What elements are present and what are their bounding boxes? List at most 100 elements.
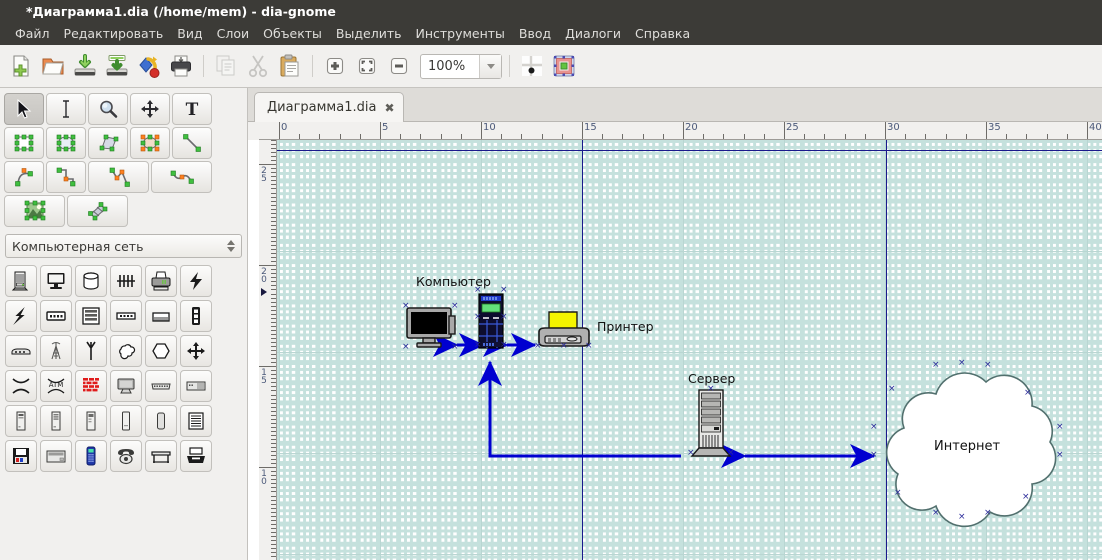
cut-button[interactable] xyxy=(243,51,273,81)
shape-minitower-2[interactable] xyxy=(39,404,72,437)
ruler-tick xyxy=(271,487,276,489)
new-diagram-button[interactable] xyxy=(6,51,36,81)
shape-radio-tower[interactable] xyxy=(39,334,72,367)
tool-palette: T xyxy=(0,88,247,228)
shape-desktop-pc[interactable] xyxy=(179,369,212,402)
shape-blank-tower[interactable] xyxy=(144,404,177,437)
paste-button[interactable] xyxy=(275,51,305,81)
spinner-icon[interactable] xyxy=(227,240,235,252)
print-button[interactable] xyxy=(166,51,196,81)
document-tab[interactable]: Диаграмма1.dia ✖ xyxy=(254,92,404,122)
menu-item-input[interactable]: Ввод xyxy=(512,24,558,43)
shape-ram[interactable] xyxy=(144,299,177,332)
shape-diskette[interactable] xyxy=(4,439,37,472)
shape-telephone[interactable] xyxy=(109,439,142,472)
shape-workstation[interactable] xyxy=(109,369,142,402)
shape-keyboard[interactable] xyxy=(144,369,177,402)
zoom-fit-button[interactable] xyxy=(352,51,382,81)
snap-to-grid-button[interactable] xyxy=(517,51,547,81)
printer-node[interactable]: × × × xyxy=(534,310,593,352)
shape-rack[interactable] xyxy=(74,299,107,332)
ellipse-tool[interactable] xyxy=(46,127,86,159)
snap-to-objects-button[interactable] xyxy=(549,51,579,81)
shape-minitower-1[interactable] xyxy=(4,404,37,437)
shape-crossover[interactable] xyxy=(4,369,37,402)
revert-button[interactable] xyxy=(134,51,164,81)
shape-floppy[interactable] xyxy=(179,404,212,437)
copy-icon xyxy=(216,55,235,76)
shape-hexagon[interactable] xyxy=(144,334,177,367)
polygon-tool[interactable] xyxy=(88,127,128,159)
menu-item-help[interactable]: Справка xyxy=(628,24,697,43)
shape-flash[interactable] xyxy=(179,264,212,297)
zigzagline-tool[interactable] xyxy=(46,161,86,193)
box-tool[interactable] xyxy=(4,127,44,159)
shape-mobile-phone[interactable] xyxy=(74,439,107,472)
menu-item-layers[interactable]: Слои xyxy=(210,24,257,43)
bezierline-tool[interactable] xyxy=(151,161,212,193)
text-edit-tool[interactable] xyxy=(46,93,86,125)
shape-cross-arrows[interactable] xyxy=(179,334,212,367)
close-icon[interactable]: ✖ xyxy=(384,101,394,115)
connection-computer-server[interactable] xyxy=(478,360,681,458)
main-toolbar: 100% xyxy=(0,45,1102,88)
internet-cloud-node[interactable]: × × × × × × × × × × × × × × Интернет xyxy=(870,359,1064,528)
open-diagram-button[interactable] xyxy=(38,51,68,81)
copy-button[interactable] xyxy=(211,51,241,81)
shape-monitor[interactable] xyxy=(39,264,72,297)
shape-desktop-case[interactable] xyxy=(39,439,72,472)
monitor-icon xyxy=(47,272,64,289)
image-tool[interactable] xyxy=(4,195,65,227)
shape-scanner[interactable] xyxy=(179,439,212,472)
menu-item-objects[interactable]: Объекты xyxy=(256,24,329,43)
zoom-combobox[interactable]: 100% xyxy=(420,53,502,79)
save-button[interactable] xyxy=(70,51,100,81)
zoom-in-button[interactable] xyxy=(320,51,350,81)
shape-cloud[interactable] xyxy=(109,334,142,367)
polyline-tool[interactable] xyxy=(88,161,149,193)
shape-traffic-light[interactable] xyxy=(179,299,212,332)
sheet-selector[interactable]: Компьютерная сеть xyxy=(5,234,242,258)
menu-item-select[interactable]: Выделить xyxy=(329,24,409,43)
line-tool[interactable] xyxy=(172,127,212,159)
monitor-node[interactable]: × × × × xyxy=(402,302,459,352)
zoom-value[interactable]: 100% xyxy=(421,55,479,78)
arc-tool[interactable] xyxy=(4,161,44,193)
menu-item-edit[interactable]: Редактировать xyxy=(57,24,171,43)
menu-item-file[interactable]: Файл xyxy=(8,24,57,43)
menu-item-dialogs[interactable]: Диалоги xyxy=(558,24,628,43)
outline-tool[interactable] xyxy=(67,195,128,227)
shape-firewall[interactable] xyxy=(74,369,107,402)
shape-server-tower[interactable] xyxy=(4,264,37,297)
ruler-tick xyxy=(1006,134,1008,139)
shape-memory-module[interactable] xyxy=(109,299,142,332)
ruler-tick xyxy=(271,220,276,222)
radio-tower-icon xyxy=(50,341,61,359)
server-node[interactable]: × × × xyxy=(687,385,735,460)
shape-antenna-bus[interactable] xyxy=(109,264,142,297)
shape-fork[interactable] xyxy=(74,334,107,367)
zoom-out-button[interactable] xyxy=(384,51,414,81)
ruler-tick xyxy=(271,394,276,396)
shape-flash-thin[interactable] xyxy=(4,299,37,332)
shape-atm-switch[interactable]: ATM xyxy=(39,369,72,402)
shape-switch-box[interactable] xyxy=(4,334,37,367)
text-tool[interactable]: T xyxy=(172,93,212,125)
menu-item-tools[interactable]: Инструменты xyxy=(408,24,511,43)
shape-plotter[interactable] xyxy=(144,439,177,472)
save-as-button[interactable] xyxy=(102,51,132,81)
pointer-tool[interactable] xyxy=(4,93,44,125)
scroll-tool[interactable] xyxy=(130,93,170,125)
menu-item-view[interactable]: Вид xyxy=(170,24,209,43)
chevron-down-icon[interactable] xyxy=(479,54,501,78)
computer-tower-node[interactable]: × × × × × × xyxy=(474,286,508,350)
beziergon-tool[interactable] xyxy=(130,127,170,159)
shape-minitower-3[interactable] xyxy=(74,404,107,437)
magnify-tool[interactable] xyxy=(88,93,128,125)
shape-minitower-4[interactable] xyxy=(109,404,142,437)
diagram-canvas[interactable]: × × × × × × × × × × × × × × × × × × × × … xyxy=(277,140,1102,560)
shape-printer[interactable] xyxy=(144,264,177,297)
shape-modem[interactable] xyxy=(39,299,72,332)
shape-disc[interactable] xyxy=(74,264,107,297)
ruler-tick xyxy=(271,358,276,360)
